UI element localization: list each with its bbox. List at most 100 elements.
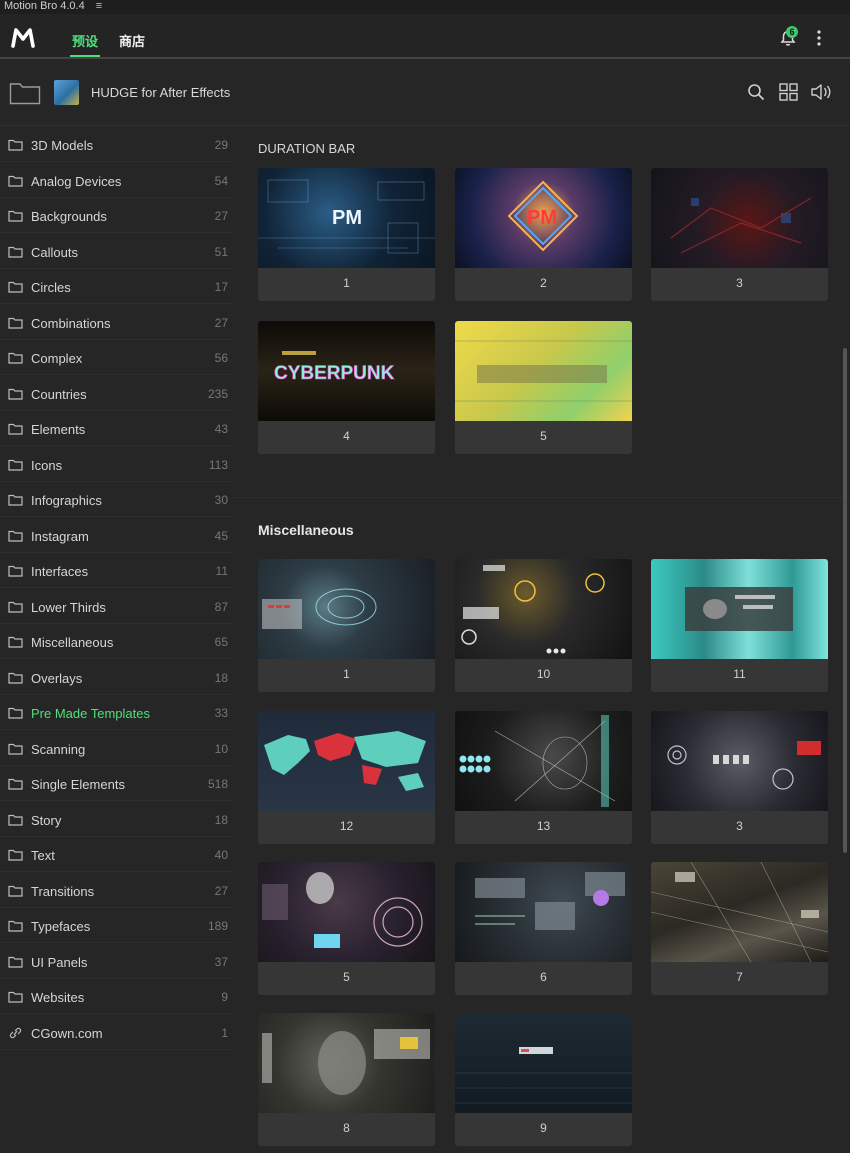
preset-card[interactable]: PM 2 <box>455 168 632 301</box>
preset-thumbnail <box>258 559 435 659</box>
folder-icon <box>8 210 23 222</box>
app-header: 预设 商店 6 <box>0 14 850 59</box>
preset-number: 2 <box>540 276 547 290</box>
sidebar-item-icons[interactable]: Icons 113 <box>0 447 232 482</box>
folder-icon <box>8 849 23 861</box>
folder-icon[interactable] <box>9 81 41 105</box>
section-title: DURATION BAR <box>258 141 356 156</box>
sidebar-item-label: Miscellaneous <box>31 635 114 650</box>
tab-presets[interactable]: 预设 <box>72 31 98 50</box>
thumb-text: CYBERPUNK <box>274 363 395 384</box>
sidebar-item-label: Complex <box>31 351 83 366</box>
sidebar-item-ui-panels[interactable]: UI Panels 37 <box>0 944 232 979</box>
sidebar-item-miscellaneous[interactable]: Miscellaneous 65 <box>0 624 232 659</box>
preset-card[interactable]: 3 <box>651 168 828 301</box>
sidebar-item-text[interactable]: Text 40 <box>0 837 232 872</box>
folder-icon <box>8 885 23 897</box>
speaker-icon[interactable] <box>810 83 833 101</box>
section-title: Miscellaneous <box>258 522 354 538</box>
preset-card[interactable]: 5 <box>258 862 435 995</box>
sidebar-item-websites[interactable]: Websites 9 <box>0 979 232 1014</box>
preset-card[interactable]: 7 <box>651 862 828 995</box>
preset-number: 8 <box>343 1121 350 1135</box>
sidebar-item-elements[interactable]: Elements 43 <box>0 411 232 446</box>
folder-icon <box>8 317 23 329</box>
sidebar-item-callouts[interactable]: Callouts 51 <box>0 234 232 269</box>
more-options-icon[interactable] <box>812 28 826 48</box>
preset-card[interactable]: CYBERPUNK 4 <box>258 321 435 454</box>
sidebar-item-overlays[interactable]: Overlays 18 <box>0 660 232 695</box>
preset-card[interactable]: 3 <box>651 711 828 844</box>
window-title: Motion Bro 4.0.4 <box>4 0 85 12</box>
sidebar-item-scanning[interactable]: Scanning 10 <box>0 731 232 766</box>
preset-card[interactable]: 5 <box>455 321 632 454</box>
preset-thumbnail: PM <box>258 168 435 268</box>
preset-thumbnail <box>258 862 435 962</box>
grid-view-icon[interactable] <box>779 83 798 101</box>
sidebar-item-label: Elements <box>31 422 86 437</box>
folder-icon <box>8 672 23 684</box>
preset-thumbnail <box>651 862 828 963</box>
sidebar-item-label: Icons <box>31 457 63 473</box>
sidebar-item-count: 113 <box>208 457 228 472</box>
preset-card[interactable]: 8 <box>258 1013 435 1146</box>
preset-card[interactable]: 12 <box>258 711 435 844</box>
sidebar-item-label: Typefaces <box>31 919 91 934</box>
preset-card[interactable]: 11 <box>651 559 828 692</box>
folder-icon <box>8 778 23 790</box>
sidebar-item-pre-made-templates[interactable]: Pre Made Templates 33 <box>0 695 232 730</box>
sidebar-item-single-elements[interactable]: Single Elements 518 <box>0 766 232 801</box>
sidebar-item-label: 3D Models <box>31 138 94 153</box>
sidebar-item-3d-models[interactable]: 3D Models 29 <box>0 127 232 162</box>
preset-card[interactable]: 13 <box>455 711 632 844</box>
preset-card[interactable]: 1 <box>258 559 435 692</box>
sidebar-item-countries[interactable]: Countries 235 <box>0 376 232 411</box>
sidebar-item-backgrounds[interactable]: Backgrounds 27 <box>0 198 232 233</box>
sidebar-item-lower-thirds[interactable]: Lower Thirds 87 <box>0 589 232 624</box>
preset-number: 3 <box>736 819 743 833</box>
motion-bro-logo <box>11 28 35 48</box>
sidebar-item-label: Backgrounds <box>31 209 107 224</box>
active-tab-indicator <box>70 55 100 57</box>
preset-number: 5 <box>540 429 547 443</box>
pack-toolbar: HUDGE for After Effects <box>0 60 850 126</box>
sidebar-item-story[interactable]: Story 18 <box>0 802 232 837</box>
sidebar-item-count: 29 <box>214 138 228 152</box>
preset-card[interactable]: 10 <box>455 559 632 692</box>
sidebar-item-typefaces[interactable]: Typefaces 189 <box>0 908 232 943</box>
sidebar-item-cgown-com[interactable]: CGown.com 1 <box>0 1015 232 1050</box>
sidebar-item-count: 18 <box>214 812 228 827</box>
sidebar-item-transitions[interactable]: Transitions 27 <box>0 873 232 908</box>
search-icon[interactable] <box>747 83 765 101</box>
folder-icon <box>8 352 23 364</box>
sidebar-item-infographics[interactable]: Infographics 30 <box>0 482 232 517</box>
thumb-text: PM <box>527 207 557 229</box>
tab-store[interactable]: 商店 <box>119 31 145 50</box>
preset-thumbnail <box>455 711 632 811</box>
preset-thumbnail <box>258 1013 435 1113</box>
preset-thumbnail <box>651 711 828 811</box>
sidebar-item-label: UI Panels <box>31 954 88 970</box>
folder-icon <box>8 565 23 577</box>
sidebar-item-interfaces[interactable]: Interfaces 11 <box>0 553 232 588</box>
preset-grid: DURATION BAR PM 1 PM 2 3 CYBERPUNK 4 5 M… <box>232 127 850 1153</box>
preset-thumbnail <box>455 559 632 659</box>
window-titlebar: Motion Bro 4.0.4 ≡ <box>0 0 850 14</box>
sidebar-item-count: 27 <box>214 209 228 223</box>
sidebar-item-label: Pre Made Templates <box>31 706 150 721</box>
sidebar-item-instagram[interactable]: Instagram 45 <box>0 518 232 553</box>
preset-card[interactable]: 9 <box>455 1013 632 1146</box>
preset-card[interactable]: 6 <box>455 862 632 995</box>
preset-thumbnail <box>258 711 435 811</box>
preset-card[interactable]: PM 1 <box>258 168 435 301</box>
sidebar-item-complex[interactable]: Complex 56 <box>0 340 232 375</box>
sidebar-item-analog-devices[interactable]: Analog Devices 54 <box>0 163 232 198</box>
folder-icon <box>8 423 23 435</box>
preset-number: 3 <box>736 276 743 290</box>
content-scrollbar[interactable] <box>843 348 847 853</box>
sidebar-item-label: Text <box>31 848 55 863</box>
sidebar-item-circles[interactable]: Circles 17 <box>0 269 232 304</box>
sidebar-item-combinations[interactable]: Combinations 27 <box>0 305 232 340</box>
preset-number: 6 <box>540 970 547 984</box>
hamburger-menu-icon[interactable]: ≡ <box>96 0 102 12</box>
